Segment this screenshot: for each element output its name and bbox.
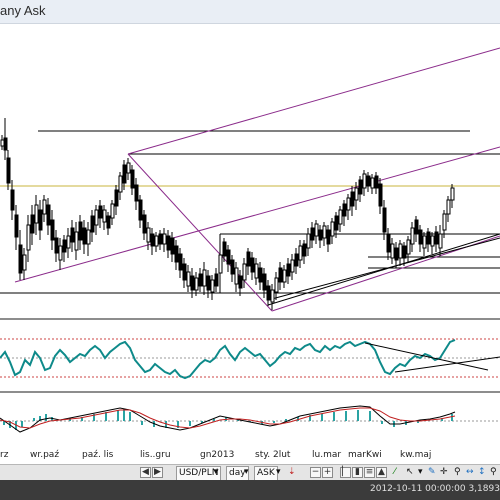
resize-horizontal-icon[interactable]: ↔ [466,466,474,479]
status-bar: 2012-10-11 00:00:00 3,1893[0 [0,480,500,500]
osc-trend-line [364,342,489,371]
date-axis-label: sty. 2lut [255,450,291,460]
date-axis-label: paź. lis [82,450,114,460]
trading-app-window: any Ask rz wr.paź paź. lis lis..gru gn20… [0,0,500,500]
date-axis-label: lis..gru [140,450,171,460]
area-chart-icon[interactable]: ▲ [376,467,387,478]
window-title: any Ask [0,3,46,18]
trendline-tool-icon[interactable]: ⁄ [394,466,396,479]
zoom-out-icon[interactable]: − [310,467,321,478]
title-bar: any Ask [0,0,500,24]
timeframe-dropdown-icon[interactable]: ▾ [244,466,249,479]
magnifier-icon[interactable]: ⚲ [454,466,461,479]
date-axis-label: marKwi [348,450,382,460]
chart-area[interactable] [0,24,500,452]
date-axis-label: gn2013 [200,450,235,460]
resize-vertical-icon[interactable]: ↕ [478,466,486,479]
bar-chart-icon[interactable]: ≡ [364,467,375,478]
chart-toolbar: ◀ ▶ USD/PLN ▾ day ▾ ASK ▾ ⇣ − + ▏ ▮ ≡ ▲ … [0,464,500,481]
pane-separator [0,391,500,393]
line-chart-icon[interactable]: ▏ [340,467,351,478]
pane-separator [0,318,500,320]
fibonacci-tool-icon[interactable]: ✎ [428,466,436,479]
date-axis-label: lu.mar [312,450,342,460]
price-candles [0,118,455,310]
chart-svg[interactable] [0,24,500,452]
crosshair-tool-icon[interactable]: ✛ [440,466,448,479]
zoom-in-icon[interactable]: + [322,467,333,478]
date-axis-label: rz [0,450,9,460]
channel-line [127,47,500,155]
scroll-right-icon[interactable]: ▶ [152,467,163,478]
symbol-dropdown-icon[interactable]: ▾ [214,466,219,479]
channel-line [14,146,500,283]
zoom-icon[interactable]: ⚲ [490,466,497,479]
date-axis: rz wr.paź paź. lis lis..gru gn2013 sty. … [0,448,500,464]
scroll-left-icon[interactable]: ◀ [140,467,151,478]
candle-chart-icon[interactable]: ▮ [352,467,363,478]
date-axis-label: wr.paź [30,450,60,460]
oscillator-line [0,339,456,380]
price-type-dropdown-icon[interactable]: ▾ [276,466,281,479]
date-axis-label: kw.maj [400,450,432,460]
cursor-readout: 2012-10-11 00:00:00 3,1893[0 [370,484,500,494]
tool-dropdown-icon[interactable]: ▾ [418,466,423,479]
sell-arrow-icon[interactable]: ⇣ [288,466,296,479]
price-type-select[interactable]: ASK [254,466,278,481]
cursor-tool-icon[interactable]: ↖ [406,466,414,479]
